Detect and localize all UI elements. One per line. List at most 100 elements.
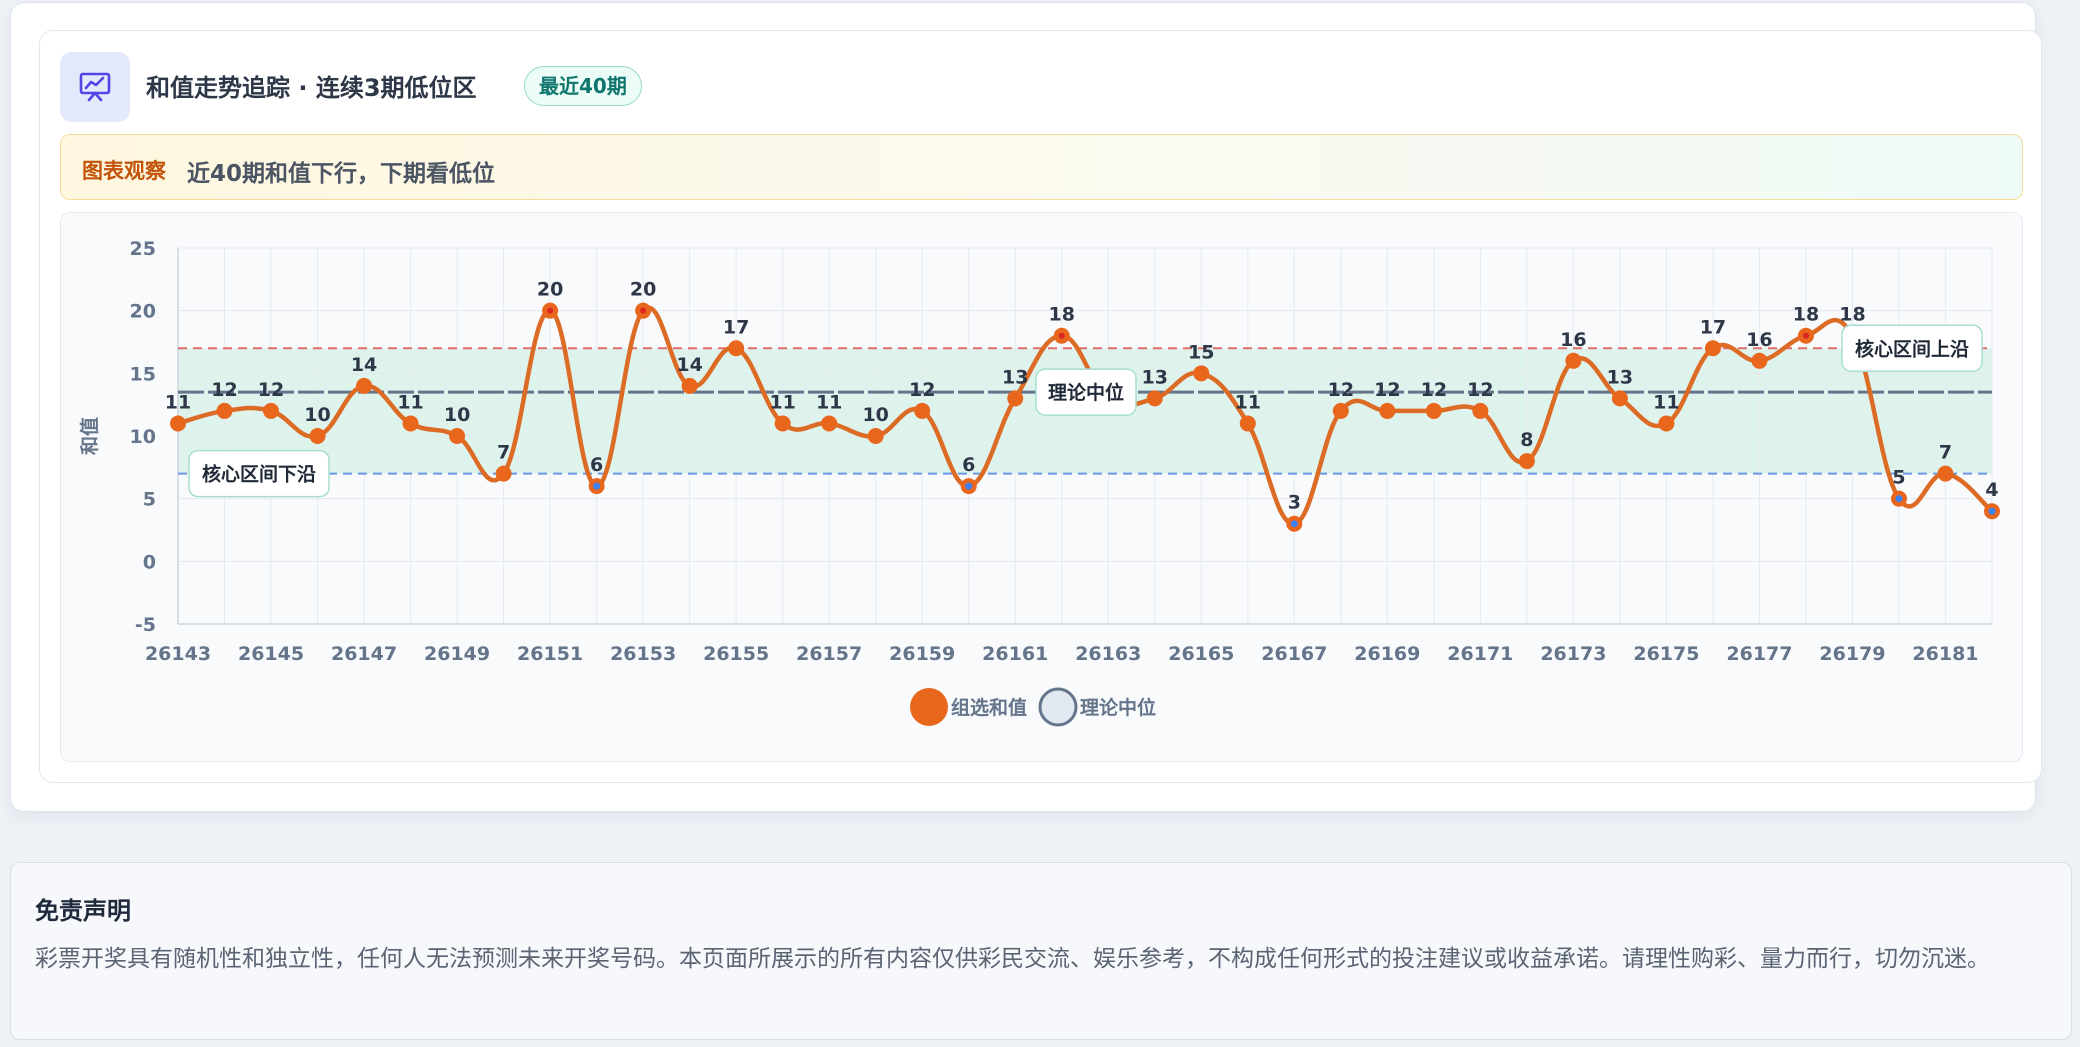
- data-point: [495, 465, 512, 482]
- data-label: 15: [1188, 341, 1214, 363]
- data-label: 11: [769, 391, 795, 413]
- data-point: [1332, 402, 1349, 419]
- data-point: [1146, 390, 1163, 407]
- data-point: [1751, 352, 1768, 369]
- x-tick-label: 26155: [703, 643, 769, 665]
- data-point: [867, 428, 884, 444]
- x-tick-label: 26147: [331, 643, 397, 665]
- upper-bound-callout-label: 核心区间上沿: [1855, 337, 1969, 360]
- chart-title: 和值走势追踪 · 连续3期低位区: [146, 74, 477, 102]
- observation-bar: 图表观察 近40期和值下行，下期看低位: [60, 134, 2023, 200]
- median-callout-label: 理论中位: [1048, 381, 1124, 404]
- y-tick-label: 20: [130, 301, 156, 323]
- x-tick-label: 26179: [1819, 643, 1885, 665]
- data-label: 14: [676, 354, 702, 376]
- x-tick-label: 26181: [1912, 643, 1978, 665]
- period-badge: 最近40期: [524, 66, 642, 106]
- data-point: [170, 415, 186, 432]
- x-tick-label: 26149: [424, 643, 490, 665]
- data-label: 3: [1288, 492, 1301, 514]
- data-label: 5: [1892, 467, 1905, 489]
- y-tick-label: 15: [130, 363, 156, 385]
- data-point: [263, 402, 280, 419]
- data-point: [728, 340, 745, 357]
- data-label: 12: [909, 379, 935, 401]
- high-marker: [640, 307, 647, 314]
- data-label: 6: [590, 454, 603, 476]
- low-marker: [1290, 520, 1298, 528]
- low-marker: [1895, 495, 1903, 503]
- data-label: 12: [1467, 379, 1493, 401]
- data-label: 7: [497, 442, 510, 464]
- y-tick-label: 25: [130, 238, 156, 260]
- data-label: 8: [1520, 429, 1533, 451]
- data-label: 18: [1793, 304, 1819, 326]
- legend-label-sum: 组选和值: [951, 696, 1027, 719]
- x-tick-label: 26175: [1633, 643, 1699, 665]
- data-point: [356, 377, 373, 394]
- data-point: [216, 402, 233, 419]
- data-point: [1937, 465, 1954, 482]
- data-point: [681, 377, 698, 394]
- y-tick-label: 5: [143, 489, 156, 511]
- legend-label-median: 理论中位: [1080, 696, 1156, 719]
- sum-trend-chart: -5 0 5 10 15 20 25 26143 26145 26147 26149 26151 261…: [78, 238, 2000, 727]
- y-axis-label: 和值: [78, 417, 101, 455]
- data-point: [1611, 390, 1628, 407]
- data-label: 10: [862, 404, 888, 426]
- data-label: 18: [1839, 304, 1865, 326]
- high-marker: [1058, 332, 1065, 339]
- x-tick-label: 26145: [238, 643, 304, 665]
- data-label: 12: [1374, 379, 1400, 401]
- data-label: 14: [351, 354, 377, 376]
- x-tick-label: 26153: [610, 643, 676, 665]
- data-point: [1007, 390, 1024, 407]
- legend-marker-median: [1038, 687, 1078, 727]
- data-point: [774, 415, 791, 432]
- disclaimer-card: 免责声明 彩票开奖具有随机性和独立性，任何人无法预测未来开奖号码。本页面所展示的…: [10, 862, 2072, 1040]
- high-marker: [1802, 332, 1809, 339]
- data-point: [1472, 402, 1489, 419]
- data-label: 12: [1421, 379, 1447, 401]
- presentation-chart-icon: [60, 52, 130, 122]
- low-marker: [965, 482, 973, 490]
- data-point: [914, 402, 931, 419]
- x-tick-label: 26159: [889, 643, 955, 665]
- x-tick-label: 26165: [1168, 643, 1234, 665]
- data-label: 10: [444, 404, 470, 426]
- data-label: 12: [1328, 379, 1354, 401]
- lower-bound-callout-label: 核心区间下沿: [202, 463, 316, 486]
- data-point: [309, 428, 326, 444]
- x-tick-label: 26143: [145, 643, 211, 665]
- chart-panel: -5 0 5 10 15 20 25 26143 26145 26147 26149 26151 261…: [60, 212, 2023, 762]
- y-tick-label: 0: [143, 551, 156, 573]
- x-tick-label: 26163: [1075, 643, 1141, 665]
- data-point: [402, 415, 419, 432]
- data-point: [1193, 365, 1210, 382]
- data-label: 7: [1939, 442, 1952, 464]
- low-marker: [1988, 507, 1996, 515]
- x-tick-label: 26169: [1354, 643, 1420, 665]
- data-point: [1425, 402, 1442, 419]
- data-label: 13: [1607, 366, 1633, 388]
- x-tick-label: 26173: [1540, 643, 1606, 665]
- data-label: 11: [816, 391, 842, 413]
- data-point: [1518, 453, 1535, 470]
- data-point: [1658, 415, 1675, 432]
- x-tick-label: 26171: [1447, 643, 1513, 665]
- data-label: 16: [1746, 329, 1772, 351]
- observation-text: 近40期和值下行，下期看低位: [187, 161, 496, 187]
- disclaimer-text: 彩票开奖具有随机性和独立性，任何人无法预测未来开奖号码。本页面所展示的所有内容仅…: [35, 946, 1990, 972]
- data-point: [821, 415, 838, 432]
- data-point: [449, 428, 466, 444]
- data-label: 4: [1985, 479, 1998, 501]
- data-label: 11: [397, 391, 423, 413]
- x-tick-label: 26151: [517, 643, 583, 665]
- data-label: 18: [1049, 304, 1075, 326]
- data-label: 13: [1002, 366, 1028, 388]
- observation-tag: 图表观察: [82, 159, 166, 183]
- low-marker: [593, 482, 601, 490]
- y-tick-label: -5: [135, 614, 156, 636]
- data-point: [1239, 415, 1256, 432]
- data-point: [1379, 402, 1396, 419]
